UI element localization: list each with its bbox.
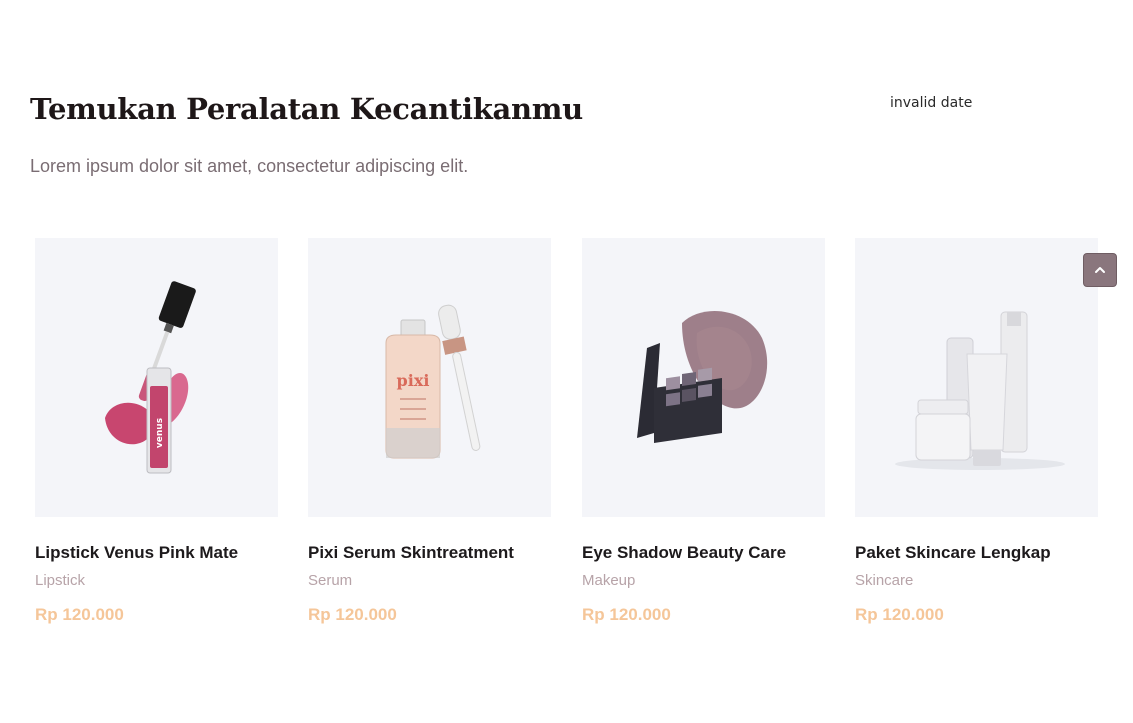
chevron-up-icon [1095, 267, 1105, 273]
product-card[interactable]: Paket Skincare Lengkap Skincare Rp 120.0… [855, 238, 1098, 624]
product-category: Makeup [582, 572, 636, 589]
product-image-skincare-set[interactable] [855, 238, 1098, 517]
product-card[interactable]: Eye Shadow Beauty Care Makeup Rp 120.000 [582, 238, 825, 624]
page-title: Temukan Peralatan Kecantikanmu [30, 92, 583, 126]
serum-brand-text: pixi [397, 371, 430, 390]
product-grid: venus Lipstick Venus Pink Mate Lipstick … [35, 238, 1098, 638]
product-price: Rp 120.000 [855, 605, 944, 624]
product-category: Serum [308, 572, 353, 589]
page-subtitle: Lorem ipsum dolor sit amet, consectetur … [30, 156, 469, 176]
product-name[interactable]: Eye Shadow Beauty Care [582, 543, 786, 563]
lipgloss-brand-text: venus [155, 418, 165, 448]
product-category: Skincare [855, 572, 914, 589]
date-label: invalid date [890, 95, 973, 111]
product-card[interactable]: pixi Pixi Serum Skintreatment Serum Rp 1… [308, 238, 551, 624]
product-image-lipstick[interactable]: venus [35, 238, 278, 517]
scroll-to-top-button[interactable] [1083, 253, 1117, 287]
product-price: Rp 120.000 [308, 605, 397, 624]
product-card[interactable]: venus Lipstick Venus Pink Mate Lipstick … [35, 238, 278, 624]
product-image-serum[interactable]: pixi [308, 238, 551, 517]
product-image-eyeshadow[interactable] [582, 238, 825, 517]
product-name[interactable]: Paket Skincare Lengkap [855, 543, 1051, 563]
product-name[interactable]: Lipstick Venus Pink Mate [35, 543, 238, 563]
product-price: Rp 120.000 [582, 605, 671, 624]
product-name[interactable]: Pixi Serum Skintreatment [308, 543, 514, 563]
product-price: Rp 120.000 [35, 605, 124, 624]
product-category: Lipstick [35, 572, 86, 589]
